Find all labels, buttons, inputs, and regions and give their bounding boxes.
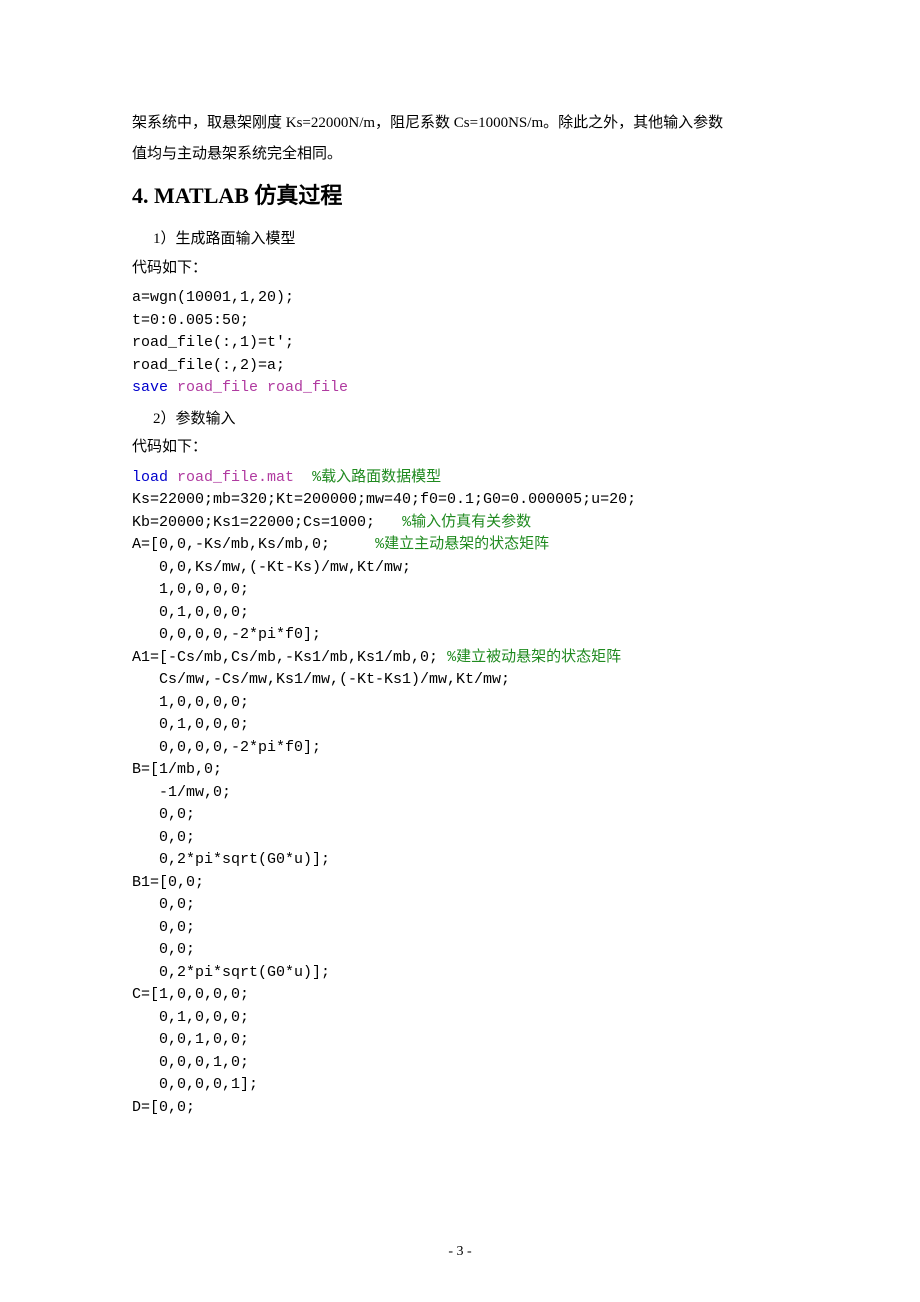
code2-l2: Ks=22000;mb=320;Kt=200000;mw=40;f0=0.1;G… bbox=[132, 491, 636, 508]
code2-l21: 0,0; bbox=[132, 919, 195, 936]
code1-l3: road_file(:,1)=t'; bbox=[132, 334, 294, 351]
code2-l17: 0,0; bbox=[132, 829, 195, 846]
code-block-1: a=wgn(10001,1,20); t=0:0.005:50; road_fi… bbox=[132, 287, 788, 400]
code2-l29: D=[0,0; bbox=[132, 1099, 195, 1116]
code1-l4: road_file(:,2)=a; bbox=[132, 357, 285, 374]
code2-l22: 0,0; bbox=[132, 941, 195, 958]
code2-l15: -1/mw,0; bbox=[132, 784, 231, 801]
code2-l24: C=[1,0,0,0,0; bbox=[132, 986, 249, 1003]
code2-l20: 0,0; bbox=[132, 896, 195, 913]
step-1-label: 1）生成路面输入模型 bbox=[132, 228, 788, 251]
code-label-1: 代码如下： bbox=[132, 257, 788, 280]
code2-l8: 0,0,0,0,-2*pi*f0]; bbox=[132, 626, 321, 643]
intro-line-1: 架系统中，取悬架刚度 Ks=22000N/m，阻尼系数 Cs=1000NS/m。… bbox=[132, 112, 788, 135]
code2-l27: 0,0,0,1,0; bbox=[132, 1054, 249, 1071]
code1-l5-args: road_file road_file bbox=[177, 379, 348, 396]
code1-l5-keyword: save bbox=[132, 379, 168, 396]
code2-l10: Cs/mw,-Cs/mw,Ks1/mw,(-Kt-Ks1)/mw,Kt/mw; bbox=[132, 671, 510, 688]
code2-l4-comment: %建立主动悬架的状态矩阵 bbox=[375, 536, 549, 553]
code2-l4a: A=[0,0,-Ks/mb,Ks/mb,0; bbox=[132, 536, 330, 553]
code2-l13: 0,0,0,0,-2*pi*f0]; bbox=[132, 739, 321, 756]
code2-l1-keyword: load bbox=[132, 469, 168, 486]
code2-l7: 0,1,0,0,0; bbox=[132, 604, 249, 621]
code-block-2: load road_file.mat %载入路面数据模型 Ks=22000;mb… bbox=[132, 467, 788, 1120]
code2-l3-comment: %输入仿真有关参数 bbox=[402, 514, 531, 531]
code2-l16: 0,0; bbox=[132, 806, 195, 823]
code2-l25: 0,1,0,0,0; bbox=[132, 1009, 249, 1026]
code2-l9a: A1=[-Cs/mb,Cs/mb,-Ks1/mb,Ks1/mb,0; bbox=[132, 649, 438, 666]
code1-l1: a=wgn(10001,1,20); bbox=[132, 289, 294, 306]
page-number: - 3 - bbox=[0, 1244, 920, 1260]
code2-l23: 0,2*pi*sqrt(G0*u)]; bbox=[132, 964, 330, 981]
code-label-2: 代码如下： bbox=[132, 436, 788, 459]
code2-l28: 0,0,0,0,1]; bbox=[132, 1076, 258, 1093]
code2-l26: 0,0,1,0,0; bbox=[132, 1031, 249, 1048]
code2-l19: B1=[0,0; bbox=[132, 874, 204, 891]
code2-l6: 1,0,0,0,0; bbox=[132, 581, 249, 598]
code2-l1-comment: %载入路面数据模型 bbox=[312, 469, 441, 486]
page-content: 架系统中，取悬架刚度 Ks=22000N/m，阻尼系数 Cs=1000NS/m。… bbox=[0, 0, 920, 1119]
code2-l1-arg: road_file.mat bbox=[177, 469, 294, 486]
intro-line-2: 值均与主动悬架系统完全相同。 bbox=[132, 143, 788, 166]
section-heading: 4. MATLAB 仿真过程 bbox=[132, 179, 788, 212]
code2-l5: 0,0,Ks/mw,(-Kt-Ks)/mw,Kt/mw; bbox=[132, 559, 411, 576]
code2-l12: 0,1,0,0,0; bbox=[132, 716, 249, 733]
code2-l11: 1,0,0,0,0; bbox=[132, 694, 249, 711]
code1-l2: t=0:0.005:50; bbox=[132, 312, 249, 329]
code2-l18: 0,2*pi*sqrt(G0*u)]; bbox=[132, 851, 330, 868]
code2-l14: B=[1/mb,0; bbox=[132, 761, 222, 778]
step-2-label: 2）参数输入 bbox=[132, 408, 788, 431]
code2-l9-comment: %建立被动悬架的状态矩阵 bbox=[447, 649, 621, 666]
code2-l3a: Kb=20000;Ks1=22000;Cs=1000; bbox=[132, 514, 375, 531]
